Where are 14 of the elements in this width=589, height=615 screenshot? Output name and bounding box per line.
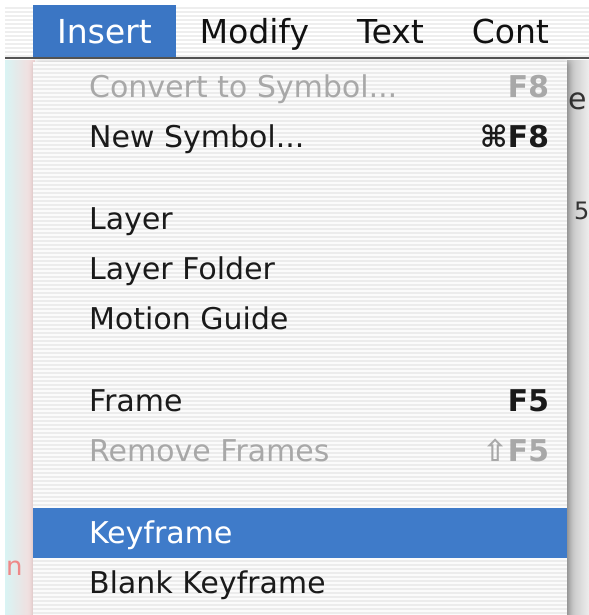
menu-item[interactable]: New Symbol... ⌘F8 xyxy=(33,112,567,162)
menu-item[interactable]: Keyframe xyxy=(33,508,567,558)
menu-item[interactable]: Motion Guide xyxy=(33,294,567,344)
menu-item[interactable]: Layer Folder xyxy=(33,244,567,294)
background-text: e xyxy=(568,82,586,117)
menu-bar-item[interactable]: Insert xyxy=(33,5,176,57)
menu-item[interactable]: Layer xyxy=(33,194,567,244)
menu-bar-item[interactable]: Modify xyxy=(176,5,334,57)
menu-item[interactable]: Frame F5 xyxy=(33,376,567,426)
menu-item[interactable]: Blank Keyframe xyxy=(33,558,567,608)
menu-bar-item[interactable]: Text xyxy=(333,5,448,57)
background-text: n xyxy=(6,552,22,582)
background-text: 5 xyxy=(574,197,589,225)
menu-bar-item[interactable]: Cont xyxy=(448,5,573,57)
